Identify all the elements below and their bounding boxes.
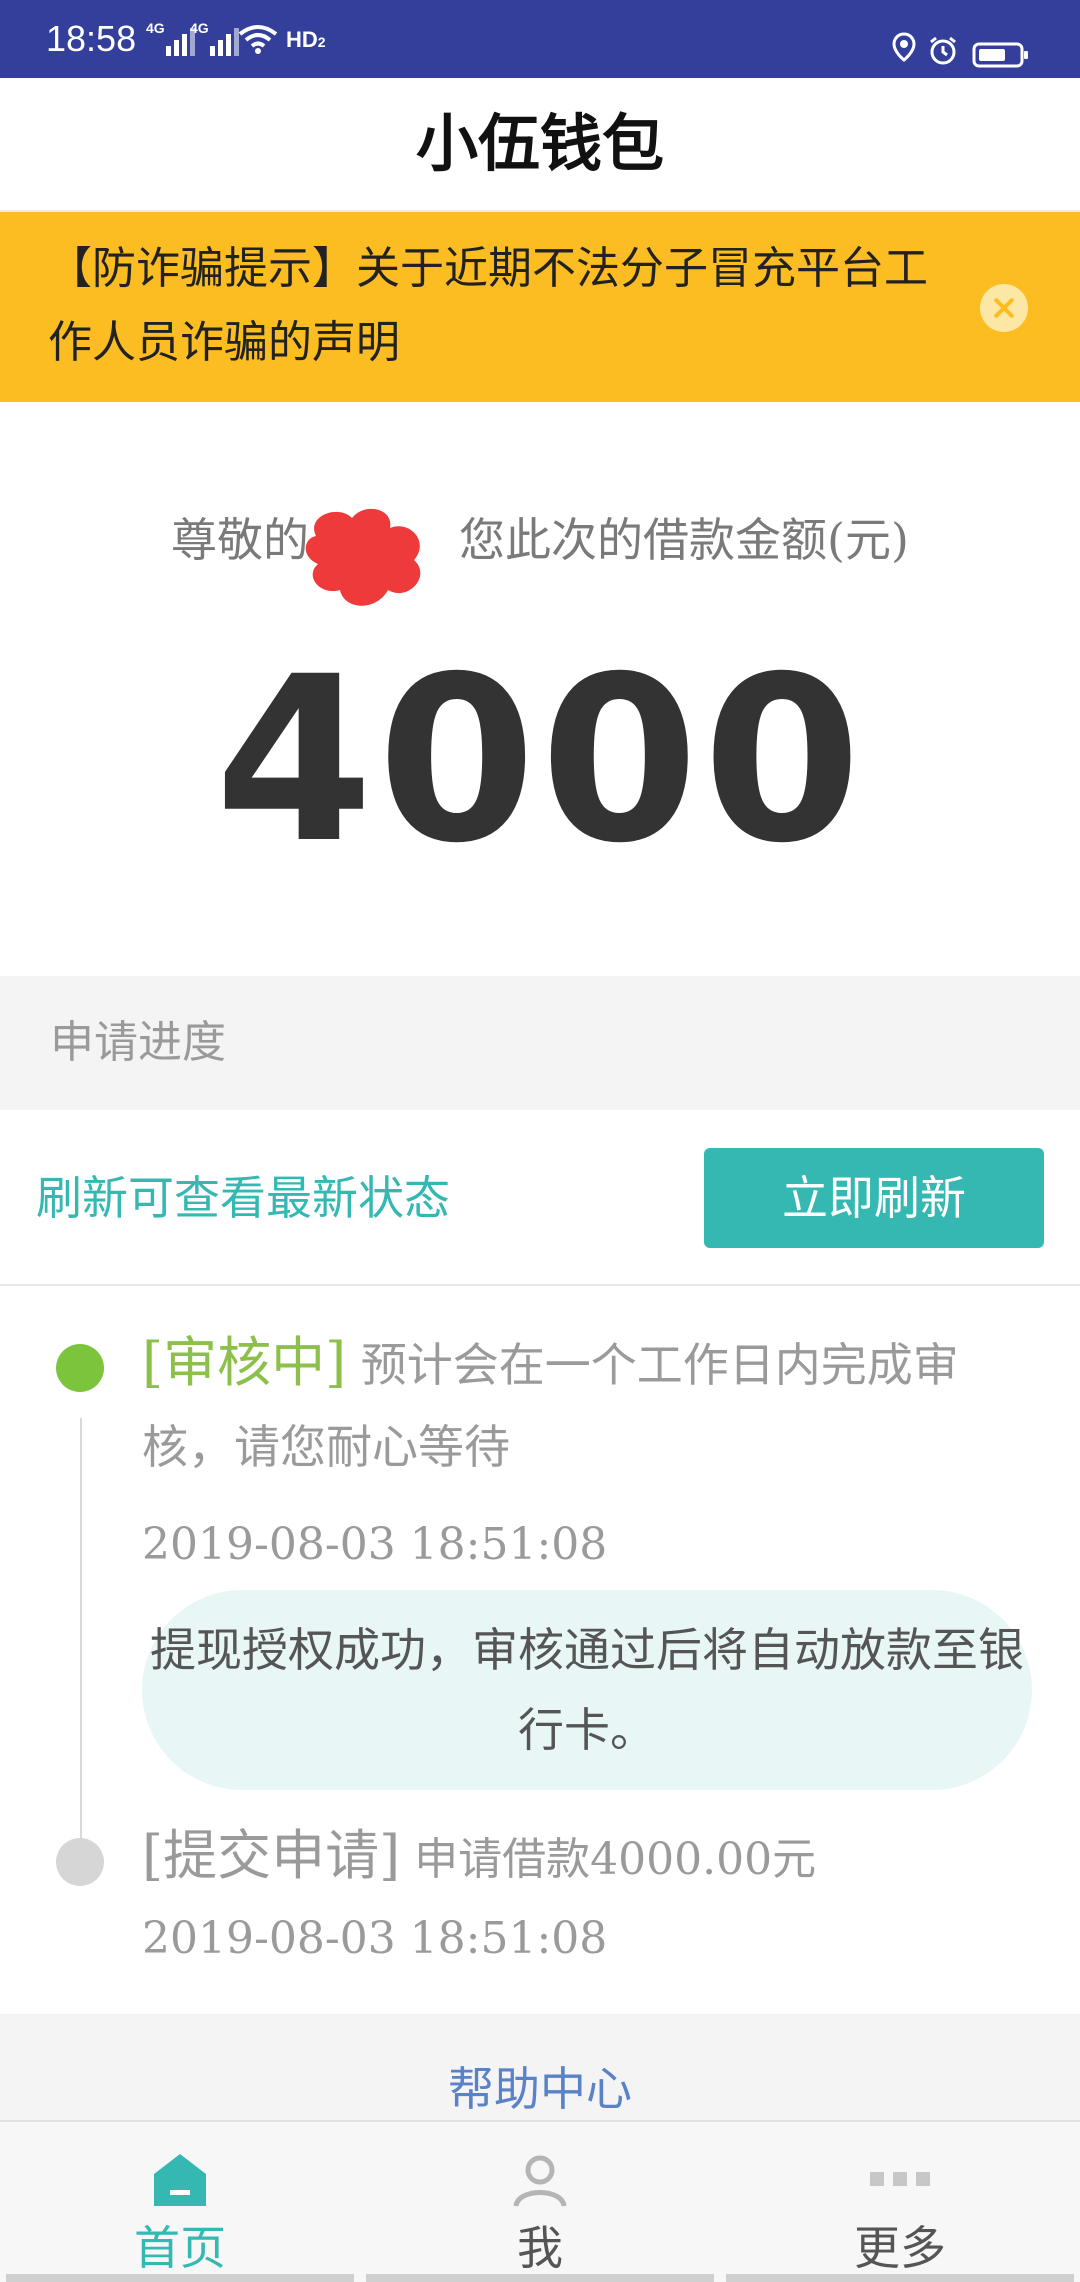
step-timestamp: 2019-08-03 18:51:08 — [142, 1519, 608, 1570]
step-status: [提交申请] — [142, 1824, 401, 1887]
timeline-step-reviewing: [审核中] 预计会在一个工作日内完成审核，请您耐心等待 — [142, 1322, 1012, 1488]
refresh-hint: 刷新可查看最新状态 — [36, 1171, 450, 1225]
user-icon — [513, 2155, 567, 2207]
signal-4g-icon-2: 4G — [190, 20, 242, 56]
loan-greeting: 尊敬的 您此次的借款金额(元) — [0, 500, 1080, 580]
loan-amount: 4000 — [214, 627, 866, 893]
progress-timeline: [审核中] 预计会在一个工作日内完成审核，请您耐心等待 2019-08-03 1… — [0, 1286, 1080, 2014]
page-title: 小伍钱包 — [415, 107, 664, 180]
timeline-line — [80, 1418, 82, 1848]
anti-fraud-notice[interactable]: 【防诈骗提示】关于近期不法分子冒充平台工作人员诈骗的声明 — [0, 212, 1080, 402]
status-message: 提现授权成功，审核通过后将自动放款至银行卡。 — [150, 1623, 1024, 1757]
nav-item-more[interactable]: 更多 — [720, 2122, 1080, 2282]
greeting-suffix: 您此次的借款金额(元) — [459, 513, 909, 567]
nav-underline — [366, 2274, 714, 2282]
nav-item-me[interactable]: 我 — [360, 2122, 720, 2282]
progress-section-title: 申请进度 — [50, 1017, 226, 1068]
hd-sub: 2 — [317, 34, 326, 50]
help-center-link[interactable]: 帮助中心 — [0, 2056, 1080, 2122]
close-icon[interactable] — [980, 284, 1028, 332]
home-icon — [154, 2154, 206, 2206]
nav-underline — [726, 2274, 1074, 2282]
hd-icon: HD2 — [286, 24, 332, 56]
nav-label-me: 我 — [517, 2221, 563, 2275]
hd-label: HD — [286, 27, 318, 52]
timeline-dot-inactive — [56, 1838, 104, 1886]
status-time: 18:58 — [46, 18, 137, 59]
signal-label-2: 4G — [190, 20, 209, 36]
progress-section-header: 申请进度 — [0, 976, 1080, 1110]
refresh-button[interactable]: 立即刷新 — [704, 1148, 1044, 1248]
greeting-prefix: 尊敬的 — [171, 513, 310, 567]
more-icon — [870, 2172, 930, 2186]
signal-label: 4G — [146, 20, 165, 36]
timeline-step-submitted: [提交申请] 申请借款4000.00元 — [142, 1814, 1012, 1902]
step-status: [审核中] — [142, 1331, 347, 1394]
notice-text[interactable]: 【防诈骗提示】关于近期不法分子冒充平台工作人员诈骗的声明 — [48, 232, 948, 380]
nav-label-more: 更多 — [854, 2221, 946, 2275]
timeline-dot-active — [56, 1344, 104, 1392]
nav-label-home: 首页 — [134, 2221, 226, 2275]
battery-icon — [972, 42, 1028, 68]
step-timestamp: 2019-08-03 18:51:08 — [142, 1913, 608, 1964]
status-message-bubble: 提现授权成功，审核通过后将自动放款至银行卡。 — [142, 1590, 1032, 1790]
wifi-icon — [238, 25, 278, 54]
bottom-nav: 首页 我 更多 — [0, 2120, 1080, 2282]
nav-underline — [6, 2274, 354, 2282]
title-bar: 小伍钱包 — [0, 78, 1080, 212]
status-bar: 18:58 4G 4G HD2 — [0, 0, 1080, 78]
location-icon — [892, 32, 916, 62]
help-strip: 帮助中心 — [0, 2014, 1080, 2120]
alarm-icon — [930, 36, 956, 65]
nav-item-home[interactable]: 首页 — [0, 2122, 360, 2282]
redaction-mark — [305, 508, 421, 606]
refresh-row: 刷新可查看最新状态 立即刷新 — [0, 1110, 1080, 1286]
step-description: 申请借款4000.00元 — [414, 1834, 817, 1885]
